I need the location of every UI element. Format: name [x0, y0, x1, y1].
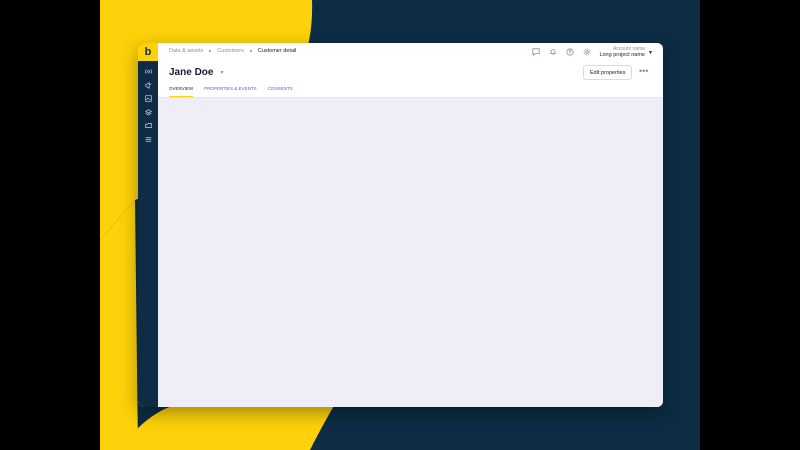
- megaphone-icon[interactable]: [138, 79, 158, 93]
- main-area: Data & assets Customers Customer detail: [158, 43, 663, 407]
- caret-down-icon[interactable]: ▼: [648, 50, 653, 56]
- bell-icon[interactable]: [548, 47, 557, 56]
- chevron-down-icon[interactable]: ▼: [219, 70, 224, 76]
- brand-logo[interactable]: b: [138, 43, 158, 61]
- project-name: Long project name: [599, 52, 645, 58]
- page-header: Data & assets Customers Customer detail: [158, 43, 663, 98]
- topbar-icons: [531, 47, 591, 56]
- tab-properties-events[interactable]: PROPERTIES & EVENTS: [204, 86, 256, 97]
- tab-overview[interactable]: OVERVIEW: [169, 86, 194, 97]
- broadcast-icon[interactable]: [138, 65, 158, 79]
- menu-icon[interactable]: [138, 133, 158, 147]
- breadcrumb-data-assets[interactable]: Data & assets: [169, 48, 203, 54]
- content-area: [158, 98, 663, 407]
- chat-icon[interactable]: [531, 47, 540, 56]
- image-icon[interactable]: [138, 92, 158, 106]
- app-window: b Data & assets Customers Customer detai…: [138, 43, 663, 407]
- tab-bar: OVERVIEW PROPERTIES & EVENTS CONSENTS: [169, 86, 293, 97]
- breadcrumb-separator: [249, 50, 252, 52]
- breadcrumb-separator: [209, 50, 212, 52]
- page-title: Jane Doe: [169, 67, 214, 78]
- tab-consents[interactable]: CONSENTS: [268, 86, 293, 97]
- breadcrumb-customers[interactable]: Customers: [217, 48, 244, 54]
- logo-letter: b: [144, 46, 152, 58]
- breadcrumb-current: Customer detail: [257, 48, 297, 54]
- edit-properties-button[interactable]: Edit properties: [583, 65, 633, 80]
- more-options-icon[interactable]: •••: [639, 67, 648, 76]
- layers-icon[interactable]: [138, 106, 158, 120]
- backdrop: b Data & assets Customers Customer detai…: [100, 0, 700, 450]
- folder-icon[interactable]: [138, 119, 158, 133]
- title-row: Jane Doe ▼: [169, 67, 224, 78]
- breadcrumb: Data & assets Customers Customer detail: [169, 48, 296, 54]
- account-switcher[interactable]: Account name Long project name: [599, 46, 645, 59]
- settings-icon[interactable]: [582, 47, 591, 56]
- help-icon[interactable]: [565, 47, 574, 56]
- sidebar: b: [138, 43, 158, 407]
